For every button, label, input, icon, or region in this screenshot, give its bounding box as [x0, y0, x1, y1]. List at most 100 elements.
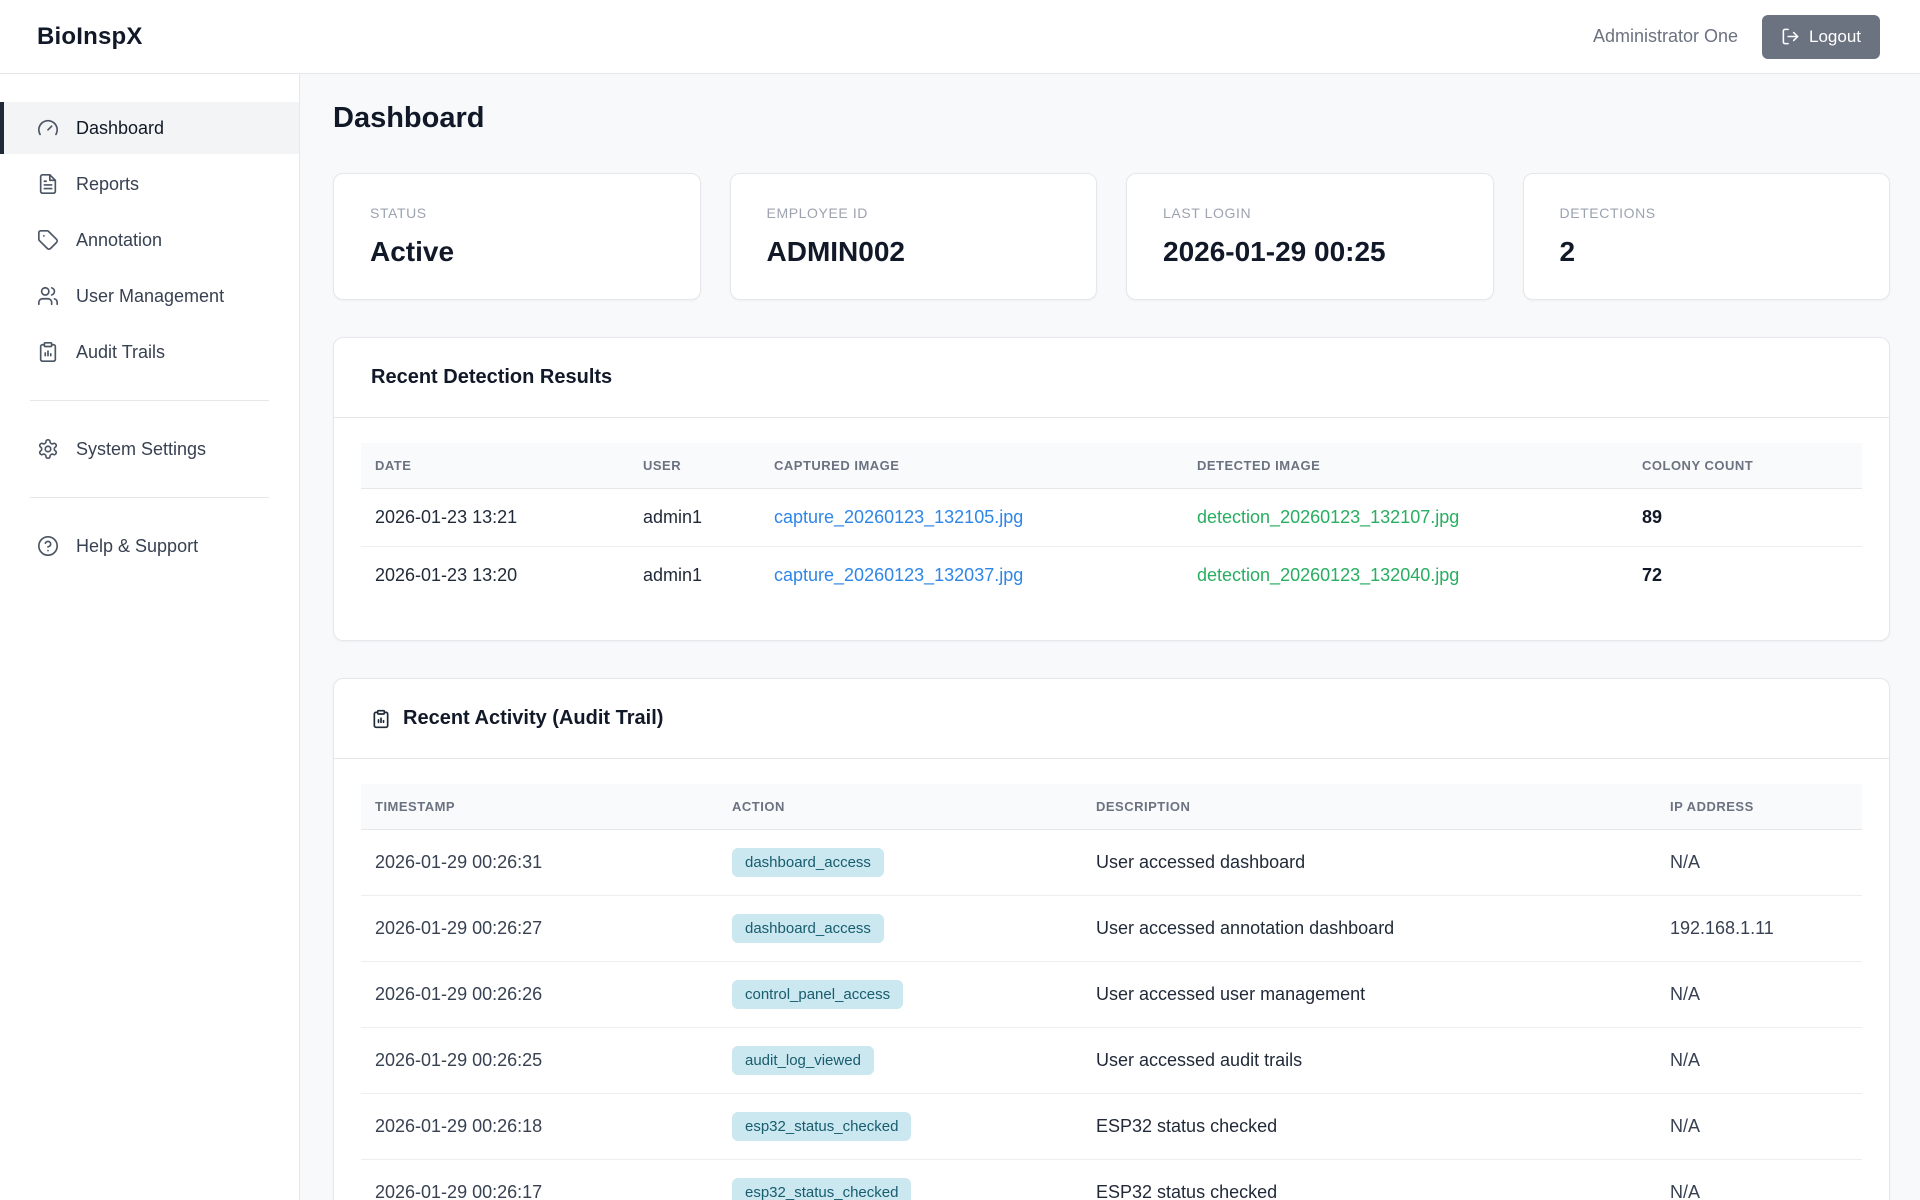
sidebar-item-help-support[interactable]: Help & Support	[0, 520, 299, 572]
top-header: BioInspX Administrator One Logout	[0, 0, 1920, 74]
sidebar-item-label: System Settings	[76, 438, 207, 459]
sidebar-item-annotation[interactable]: Annotation	[0, 214, 299, 266]
file-text-icon	[37, 173, 59, 195]
audit-trail-panel: Recent Activity (Audit Trail) TIMESTAMP …	[333, 678, 1890, 1200]
sidebar-item-label: Help & Support	[76, 535, 199, 556]
logout-button[interactable]: Logout	[1762, 14, 1880, 59]
stat-value: 2026-01-29 00:25	[1163, 236, 1386, 267]
column-header-ip-address: IP ADDRESS	[1656, 784, 1862, 830]
gauge-icon	[37, 117, 59, 139]
column-header-colony-count: COLONY COUNT	[1628, 443, 1862, 489]
activity-ip: N/A	[1656, 1093, 1862, 1160]
activity-ip: N/A	[1656, 1159, 1862, 1200]
activity-description: ESP32 status checked	[1082, 1093, 1656, 1160]
action-badge: dashboard_access	[732, 914, 884, 943]
audit-trail-title: Recent Activity (Audit Trail)	[403, 707, 664, 729]
action-badge: esp32_status_checked	[732, 1178, 912, 1200]
sidebar-item-system-settings[interactable]: System Settings	[0, 423, 299, 475]
captured-image-link[interactable]: capture_20260123_132105.jpg	[774, 507, 1023, 527]
sidebar-item-dashboard[interactable]: Dashboard	[0, 102, 299, 154]
stat-value: 2	[1559, 236, 1576, 267]
gear-icon	[37, 438, 59, 460]
table-row: 2026-01-23 13:20 admin1 capture_20260123…	[361, 547, 1862, 605]
colony-count: 72	[1642, 565, 1663, 585]
tag-icon	[37, 229, 59, 251]
stat-card-status: STATUS Active	[333, 173, 701, 300]
detected-image-link[interactable]: detection_20260123_132107.jpg	[1197, 507, 1459, 527]
sidebar-item-label: Audit Trails	[76, 341, 166, 362]
sidebar-item-audit-trails[interactable]: Audit Trails	[0, 326, 299, 378]
sidebar-item-label: Annotation	[76, 229, 163, 250]
table-row: 2026-01-29 00:26:26 control_panel_access…	[361, 961, 1862, 1028]
table-row: 2026-01-29 00:26:27 dashboard_access Use…	[361, 895, 1862, 962]
table-row: 2026-01-29 00:26:25 audit_log_viewed Use…	[361, 1027, 1862, 1094]
colony-count: 89	[1628, 488, 1862, 547]
stat-label: DETECTIONS	[1559, 205, 1656, 221]
action-badge: dashboard_access	[732, 848, 884, 877]
detection-results-table: DATE USER CAPTURED IMAGE DETECTED IMAGE …	[361, 443, 1862, 604]
activity-timestamp: 2026-01-29 00:26:18	[361, 1093, 718, 1160]
detection-results-header: Recent Detection Results	[334, 338, 1889, 418]
captured-image-link[interactable]: capture_20260123_132037.jpg	[774, 565, 1023, 585]
sidebar-item-reports[interactable]: Reports	[0, 158, 299, 210]
sidebar-divider	[30, 400, 269, 401]
activity-ip: N/A	[1656, 1027, 1862, 1094]
stat-cards-row: STATUS Active EMPLOYEE ID ADMIN002 LAST …	[333, 173, 1890, 300]
column-header-user: USER	[629, 443, 760, 489]
stat-label: LAST LOGIN	[1163, 205, 1252, 221]
detection-user: admin1	[643, 565, 703, 585]
stat-card-employee-id: EMPLOYEE ID ADMIN002	[729, 173, 1097, 300]
stat-value: Active	[370, 236, 455, 267]
action-badge: audit_log_viewed	[732, 1046, 874, 1075]
help-circle-icon	[37, 535, 59, 557]
audit-trail-table: TIMESTAMP ACTION DESCRIPTION IP ADDRESS …	[361, 784, 1862, 1200]
sidebar-item-label: User Management	[76, 285, 225, 306]
action-badge: esp32_status_checked	[732, 1112, 912, 1141]
column-header-action: ACTION	[718, 784, 1082, 830]
stat-label: EMPLOYEE ID	[766, 205, 869, 221]
sidebar-item-label: Dashboard	[76, 117, 165, 138]
table-row: 2026-01-29 00:26:31 dashboard_access Use…	[361, 829, 1862, 896]
sidebar-divider	[30, 497, 269, 498]
logout-icon	[1781, 27, 1800, 46]
audit-trail-header: Recent Activity (Audit Trail)	[334, 679, 1889, 759]
table-row: 2026-01-29 00:26:18 esp32_status_checked…	[361, 1093, 1862, 1160]
detection-user: admin1	[629, 488, 760, 547]
activity-timestamp: 2026-01-29 00:26:26	[361, 961, 718, 1028]
activity-timestamp: 2026-01-29 00:26:31	[361, 829, 718, 896]
sidebar: Dashboard Reports Annotation User Manage…	[0, 74, 300, 1200]
detection-results-title: Recent Detection Results	[371, 366, 613, 388]
activity-ip: N/A	[1656, 961, 1862, 1028]
activity-ip: N/A	[1656, 829, 1862, 896]
table-header-row: TIMESTAMP ACTION DESCRIPTION IP ADDRESS	[361, 784, 1862, 830]
clipboard-chart-icon	[37, 341, 59, 363]
column-header-detected-image: DETECTED IMAGE	[1183, 443, 1628, 489]
activity-description: User accessed annotation dashboard	[1082, 895, 1656, 962]
activity-timestamp: 2026-01-29 00:26:27	[361, 895, 718, 962]
activity-description: User accessed dashboard	[1082, 829, 1656, 896]
sidebar-item-user-management[interactable]: User Management	[0, 270, 299, 322]
column-header-date: DATE	[361, 443, 629, 489]
activity-timestamp: 2026-01-29 00:26:17	[361, 1159, 718, 1200]
column-header-timestamp: TIMESTAMP	[361, 784, 718, 830]
column-header-description: DESCRIPTION	[1082, 784, 1656, 830]
clipboard-chart-icon	[371, 709, 391, 729]
table-row: 2026-01-23 13:21 admin1 capture_20260123…	[361, 488, 1862, 547]
detection-results-panel: Recent Detection Results DATE USER CAPTU…	[333, 337, 1890, 641]
activity-description: User accessed audit trails	[1082, 1027, 1656, 1094]
users-icon	[37, 285, 59, 307]
main-content: Dashboard STATUS Active EMPLOYEE ID ADMI…	[300, 74, 1920, 1200]
activity-description: User accessed user management	[1082, 961, 1656, 1028]
detection-date: 2026-01-23 13:21	[361, 488, 629, 547]
page-title: Dashboard	[333, 102, 485, 134]
table-header-row: DATE USER CAPTURED IMAGE DETECTED IMAGE …	[361, 443, 1862, 489]
logged-in-user: Administrator One	[1592, 26, 1738, 46]
activity-ip: 192.168.1.11	[1656, 895, 1862, 962]
table-row: 2026-01-29 00:26:17 esp32_status_checked…	[361, 1159, 1862, 1200]
activity-timestamp: 2026-01-29 00:26:25	[361, 1027, 718, 1094]
detection-date: 2026-01-23 13:20	[375, 565, 518, 585]
stat-value: ADMIN002	[766, 236, 905, 267]
detected-image-link[interactable]: detection_20260123_132040.jpg	[1197, 565, 1459, 585]
logout-label: Logout	[1809, 26, 1861, 46]
stat-card-last-login: LAST LOGIN 2026-01-29 00:25	[1126, 173, 1494, 300]
